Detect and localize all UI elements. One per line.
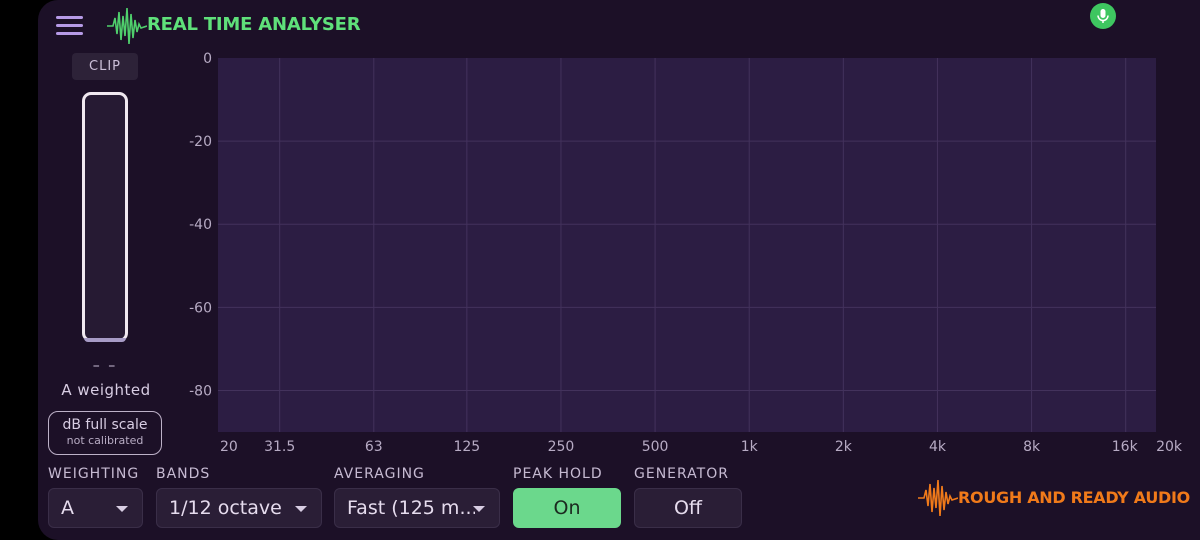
averaging-label: AVERAGING [334, 466, 425, 482]
generator-label: GENERATOR [634, 466, 729, 482]
plot-area [218, 58, 1156, 432]
x-tick-label: 8k [1023, 439, 1041, 455]
bands-dropdown[interactable]: 1/12 octave [156, 488, 322, 528]
y-tick-label: -20 [189, 134, 212, 150]
x-tick-label: 4k [929, 439, 947, 455]
bands-label: BANDS [156, 466, 211, 482]
x-tick-label: 1k [741, 439, 759, 455]
weighting-dropdown[interactable]: A [48, 488, 143, 528]
x-tick-label: 16k [1112, 439, 1139, 455]
x-tick-label: 20k [1156, 439, 1183, 455]
weighting-value: A [61, 497, 74, 519]
brand-waveform-icon [918, 479, 958, 517]
x-tick-label: 2k [835, 439, 853, 455]
peak-hold-toggle[interactable]: On [513, 488, 621, 528]
brand-name: ROUGH AND READY AUDIO [958, 488, 1190, 507]
y-tick-label: -80 [189, 383, 212, 399]
bands-value: 1/12 octave [169, 497, 282, 519]
x-tick-label: 250 [548, 439, 575, 455]
x-tick-label: 125 [453, 439, 480, 455]
y-tick-label: -60 [189, 300, 212, 316]
x-tick-label: 500 [642, 439, 669, 455]
spectrum-chart: 0 -20 -40 -60 -80 20 31.5 63 125 250 500 1k 2k 4k 8k 1… [189, 51, 1183, 455]
chevron-down-icon [116, 506, 128, 512]
averaging-dropdown[interactable]: Fast (125 m... [334, 488, 500, 528]
averaging-value: Fast (125 m... [347, 497, 475, 519]
y-tick-label: 0 [203, 51, 212, 67]
x-tick-label: 31.5 [264, 439, 295, 455]
chevron-down-icon [473, 506, 485, 512]
generator-toggle[interactable]: Off [634, 488, 742, 528]
x-tick-label: 63 [365, 439, 383, 455]
y-tick-label: -40 [189, 217, 212, 233]
chevron-down-icon [295, 506, 307, 512]
peak-hold-label: PEAK HOLD [513, 466, 603, 482]
x-tick-label: 20 [220, 439, 238, 455]
weighting-label: WEIGHTING [48, 466, 140, 482]
